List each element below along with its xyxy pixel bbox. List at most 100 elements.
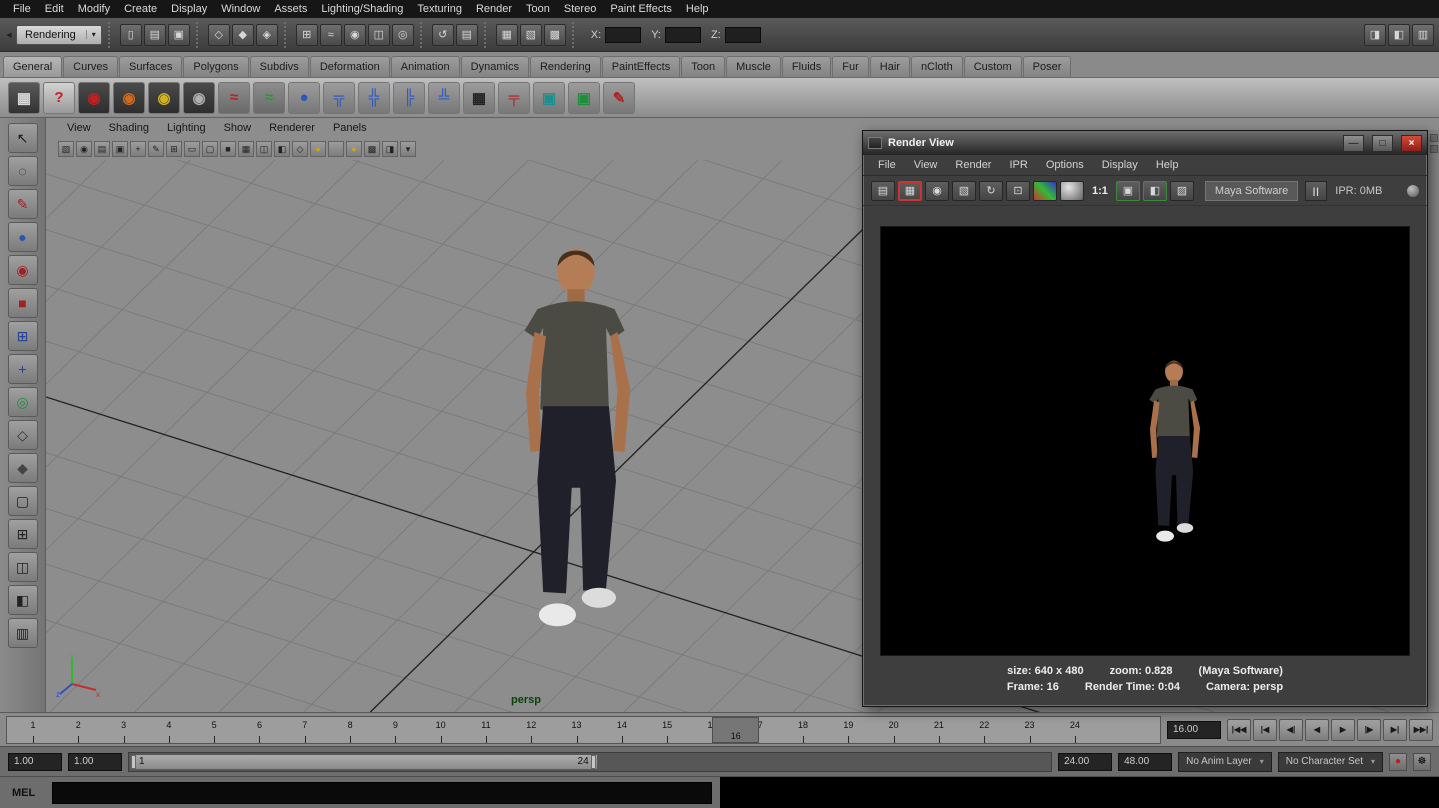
render-view-menu-item[interactable]: Help <box>1147 159 1188 171</box>
minimize-button[interactable]: — <box>1343 135 1364 152</box>
toon-line-icon[interactable]: ≈ <box>253 82 285 114</box>
snapshot-icon[interactable]: ◉ <box>925 181 949 201</box>
refresh-ipr-icon[interactable]: ↻ <box>979 181 1003 201</box>
menubar-item[interactable]: File <box>6 1 38 17</box>
timeline-tick[interactable]: 20 <box>894 717 939 743</box>
timeline-tick[interactable]: 8 <box>350 717 395 743</box>
y-coordinate-input[interactable] <box>665 27 701 43</box>
node-branch-icon[interactable]: ╩ <box>428 82 460 114</box>
rgb-channels-icon[interactable] <box>1033 181 1057 201</box>
collapse-section-icon[interactable]: ◀ <box>5 31 13 39</box>
playback-end-field[interactable]: 24.00 <box>1058 753 1112 771</box>
timeline-tick[interactable]: 10 <box>441 717 486 743</box>
shelf-tab[interactable]: Fluids <box>782 56 831 77</box>
viewport-menu-item[interactable]: Lighting <box>158 122 215 134</box>
make-live-icon[interactable]: ◎ <box>392 24 414 46</box>
timeline-tick[interactable]: 7 <box>305 717 350 743</box>
menubar-item[interactable]: Lighting/Shading <box>314 1 410 17</box>
timeline-tick[interactable]: 19 <box>848 717 893 743</box>
vp-safe-action-icon[interactable]: ◫ <box>256 141 272 157</box>
node-tree-icon[interactable]: ╠ <box>393 82 425 114</box>
menubar-item[interactable]: Render <box>469 1 519 17</box>
shelf-tab[interactable]: Fur <box>832 56 869 77</box>
render-current-frame-icon[interactable]: ▦ <box>496 24 518 46</box>
menu-set-dropdown[interactable]: Rendering ▾ <box>16 25 102 45</box>
vp-bookmark-icon[interactable]: ▤ <box>94 141 110 157</box>
scene-slate-icon[interactable]: ▦ <box>8 82 40 114</box>
save-scene-icon[interactable]: ▣ <box>168 24 190 46</box>
timeline-tick[interactable]: 22 <box>984 717 1029 743</box>
open-render-image-icon[interactable]: ▤ <box>871 181 895 201</box>
shelf-tab[interactable]: PaintEffects <box>602 56 681 77</box>
vp-safe-title-icon[interactable]: ◧ <box>274 141 290 157</box>
container-icon[interactable]: ▣ <box>533 82 565 114</box>
vp-shaded-icon[interactable]: ● <box>310 141 326 157</box>
snap-view-plane-icon[interactable]: ◫ <box>368 24 390 46</box>
timeline-tick[interactable]: 16 <box>712 717 757 743</box>
timeline-tick[interactable]: 2 <box>78 717 123 743</box>
show-manipulator-tool-icon[interactable]: ◇ <box>8 420 38 450</box>
camera-aim-icon[interactable]: ◉ <box>113 82 145 114</box>
sphere-shader-icon[interactable]: ● <box>288 82 320 114</box>
vp-select-icon[interactable]: ▧ <box>58 141 74 157</box>
auto-keyframe-icon[interactable]: ● <box>1389 753 1407 771</box>
z-coordinate-input[interactable] <box>725 27 761 43</box>
snap-point-icon[interactable]: ◉ <box>344 24 366 46</box>
list-inputs-icon[interactable]: ▤ <box>456 24 478 46</box>
move-tool-icon[interactable]: + <box>8 354 38 384</box>
vp-xray-icon[interactable]: ◨ <box>382 141 398 157</box>
character-model[interactable] <box>476 236 676 668</box>
vp-isolate-icon[interactable]: ▩ <box>364 141 380 157</box>
character-set-dropdown[interactable]: No Character Set ▾ <box>1278 752 1383 772</box>
timeline-tick[interactable]: 14 <box>622 717 667 743</box>
timeline-tick[interactable]: 13 <box>577 717 622 743</box>
render-view-menu-item[interactable]: Display <box>1093 159 1147 171</box>
new-scene-icon[interactable]: ▯ <box>120 24 142 46</box>
universal-manipulator-icon[interactable]: ⊞ <box>8 321 38 351</box>
toggle-tool-settings-icon[interactable]: ◧ <box>1388 24 1410 46</box>
shelf-tab[interactable]: Subdivs <box>250 56 309 77</box>
menubar-item[interactable]: Stereo <box>557 1 603 17</box>
playback-start-field[interactable]: 1.00 <box>68 753 122 771</box>
x-coordinate-input[interactable] <box>605 27 641 43</box>
shelf-tab[interactable]: Deformation <box>310 56 390 77</box>
viewport-menu-item[interactable]: Renderer <box>260 122 324 134</box>
grid-layout-icon[interactable]: ▦ <box>463 82 495 114</box>
renderer-dropdown[interactable]: Maya Software <box>1205 181 1298 201</box>
render-settings-icon[interactable]: ▩ <box>544 24 566 46</box>
vp-film-gate-icon[interactable]: ▭ <box>184 141 200 157</box>
last-tool-icon[interactable]: ◆ <box>8 453 38 483</box>
paint-effects-icon[interactable]: ≈ <box>218 82 250 114</box>
step-back-frame-button[interactable]: ◀| <box>1279 719 1303 741</box>
timeline-tick[interactable]: 18 <box>803 717 848 743</box>
snap-curve-icon[interactable]: ≈ <box>320 24 342 46</box>
menubar-item[interactable]: Edit <box>38 1 71 17</box>
go-to-end-button[interactable]: ▶▶| <box>1409 719 1433 741</box>
open-scene-icon[interactable]: ▤ <box>144 24 166 46</box>
mel-command-input[interactable] <box>52 782 712 804</box>
viewport-menu-item[interactable]: Shading <box>100 122 158 134</box>
vp-grid-icon[interactable]: ⊞ <box>166 141 182 157</box>
play-backwards-button[interactable]: ◀ <box>1305 719 1329 741</box>
anim-layer-dropdown[interactable]: No Anim Layer ▾ <box>1178 752 1272 772</box>
hypergraph-node-icon[interactable]: ╦ <box>323 82 355 114</box>
command-feedback-area[interactable] <box>720 777 1439 808</box>
shelf-tab[interactable]: General <box>3 56 62 77</box>
command-language-toggle[interactable]: MEL <box>12 787 44 799</box>
shelf-tab[interactable]: Surfaces <box>119 56 182 77</box>
vp-2d-pan-icon[interactable]: + <box>130 141 146 157</box>
menubar-item[interactable]: Help <box>679 1 716 17</box>
range-end-handle[interactable] <box>591 755 596 769</box>
vp-wireframe-icon[interactable]: ◇ <box>292 141 308 157</box>
rotate-tool-icon[interactable]: ◉ <box>8 255 38 285</box>
timeline-tick[interactable]: 11 <box>486 717 531 743</box>
set-driven-key-icon[interactable]: ╤ <box>498 82 530 114</box>
timeline-tick[interactable]: 24 <box>1075 717 1120 743</box>
current-time-field[interactable]: 16.00 <box>1167 721 1221 739</box>
layout-two-pane-icon[interactable]: ◫ <box>8 552 38 582</box>
render-view-menu-item[interactable]: Options <box>1037 159 1093 171</box>
layout-single-pane-icon[interactable]: ▢ <box>8 486 38 516</box>
go-to-start-button[interactable]: |◀◀ <box>1227 719 1251 741</box>
time-slider[interactable]: 123456789101112131415161718192021222324 … <box>6 716 1161 744</box>
render-view-titlebar[interactable]: Render View — □ × <box>863 131 1427 155</box>
